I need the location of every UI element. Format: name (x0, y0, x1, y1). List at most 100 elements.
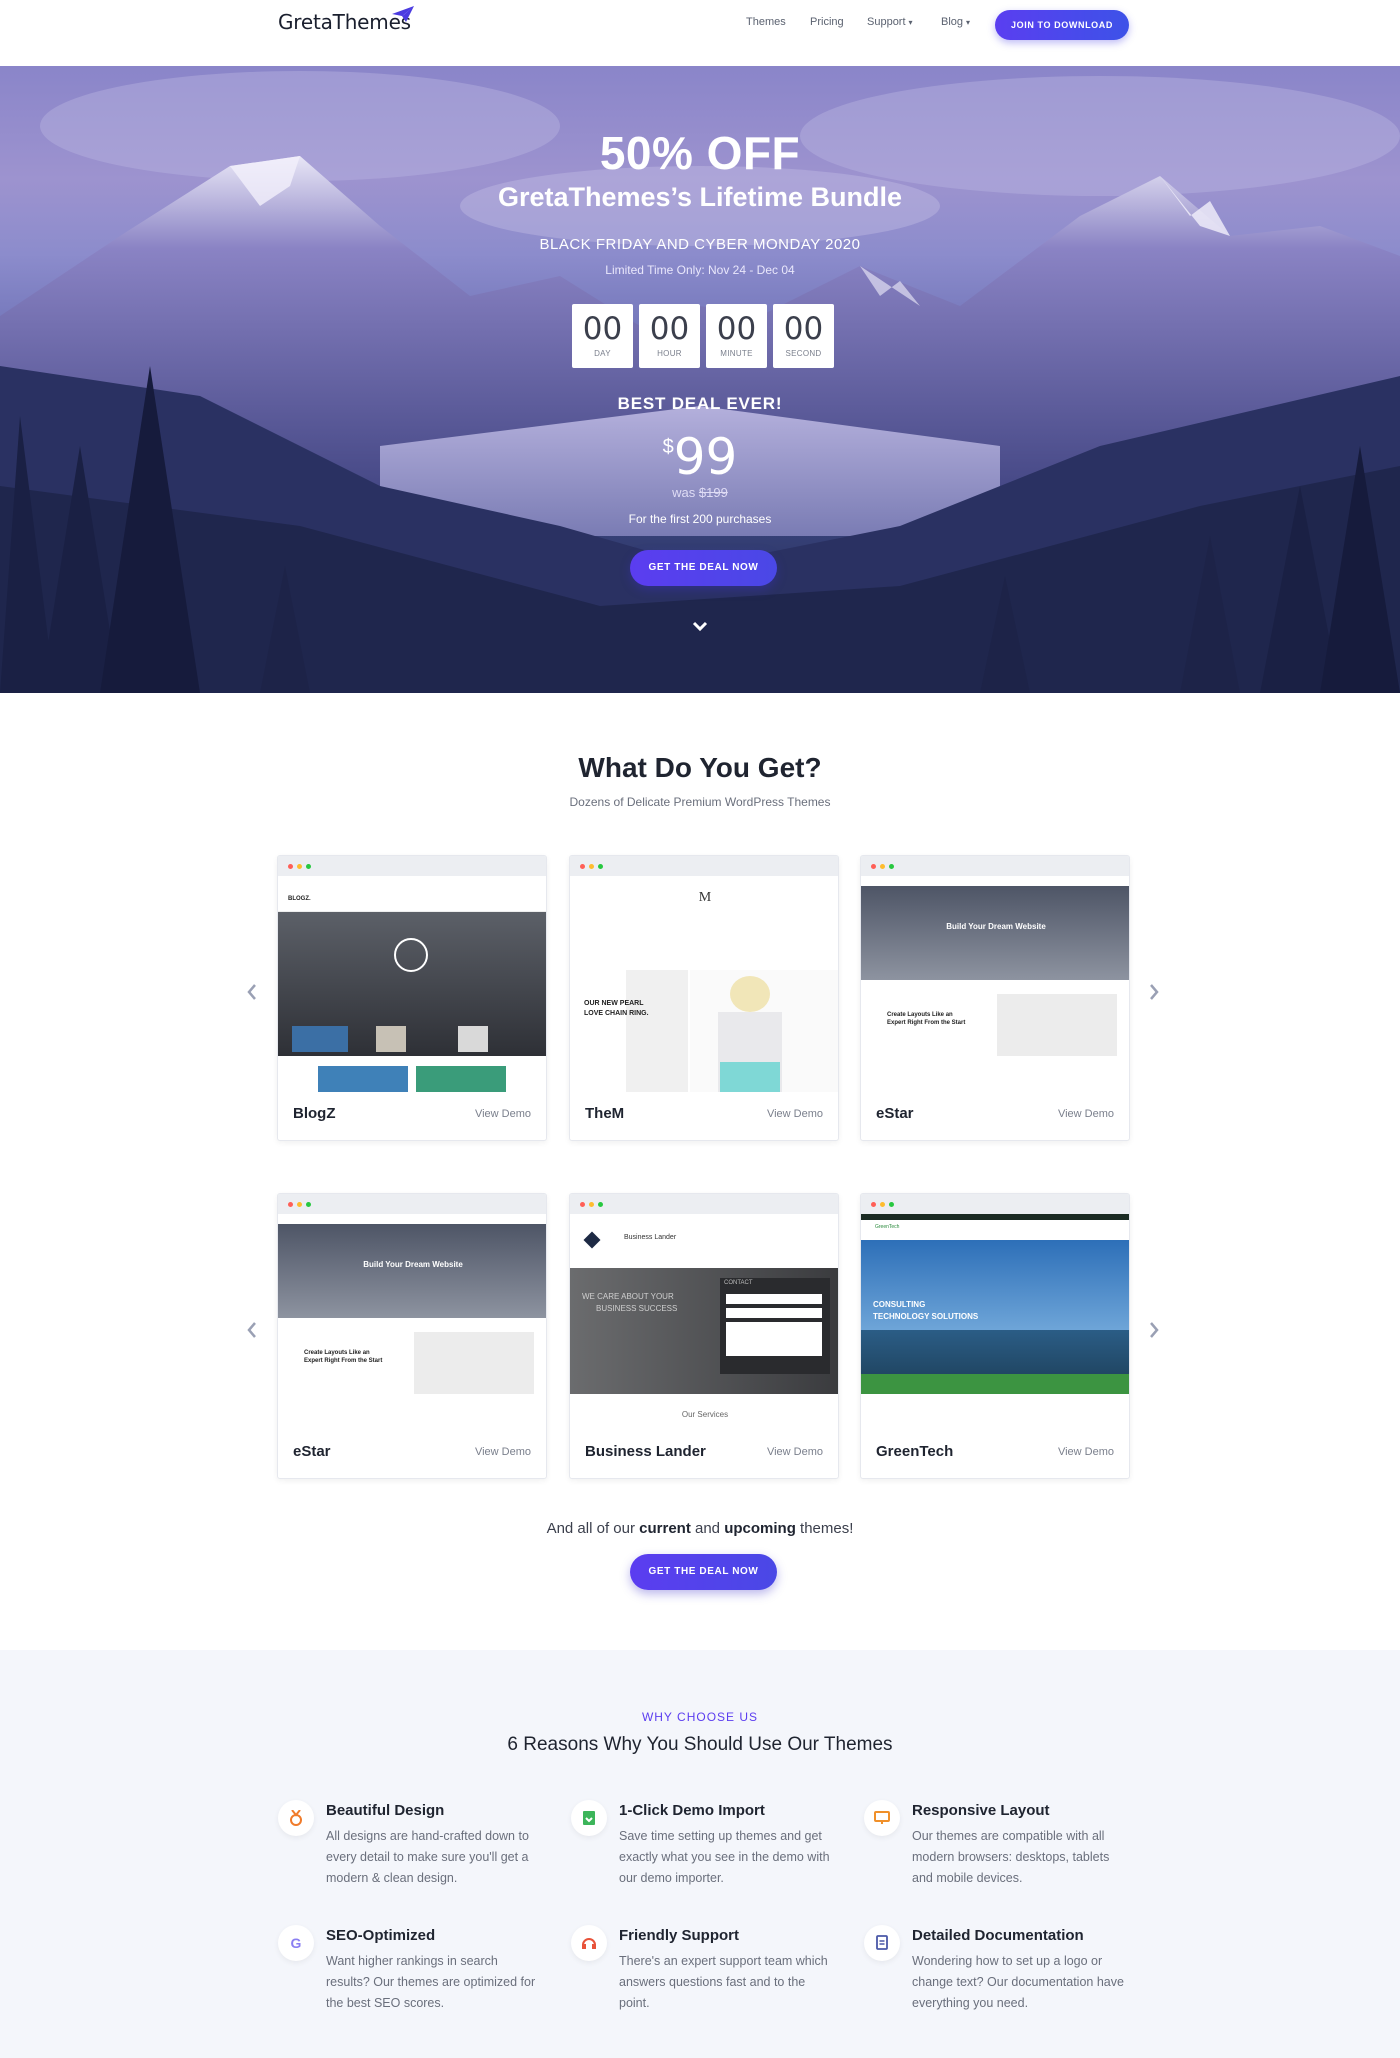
feature-title: SEO-Optimized (326, 1927, 436, 1944)
first-purchases-text: For the first 200 purchases (628, 512, 772, 526)
nav-support[interactable]: Support ▾ (867, 16, 913, 28)
carousel-next-icon[interactable] (1148, 1321, 1160, 1339)
estar-sub-1: Create Layouts Like an (887, 1012, 953, 1018)
bl-contact: CONTACT (724, 1280, 753, 1286)
google-icon: G (278, 1925, 314, 1961)
countdown-label: HOUR (657, 349, 682, 358)
theme-name: TheM (585, 1105, 625, 1122)
view-demo-link[interactable]: View Demo (475, 1108, 531, 1120)
theme-name: Business Lander (585, 1443, 706, 1460)
document-icon (864, 1925, 900, 1961)
themes-section-subtitle: Dozens of Delicate Premium WordPress The… (569, 795, 831, 809)
view-demo-link[interactable]: View Demo (767, 1108, 823, 1120)
was-price-value: $199 (698, 485, 728, 500)
site-logo[interactable]: GretaThemes (278, 10, 411, 34)
browser-bar (861, 1194, 1129, 1214)
theme-name: BlogZ (293, 1105, 336, 1122)
them-logo: M (698, 890, 712, 905)
browser-bar (570, 856, 838, 876)
chevron-down-icon: ▾ (908, 18, 913, 27)
import-icon (571, 1800, 607, 1836)
bl-hero-1: WE CARE ABOUT YOUR (582, 1292, 674, 1301)
theme-screenshot-greentech: GreenTech CONSULTING TECHNOLOGY SOLUTION… (861, 1214, 1129, 1430)
bl-services: Our Services (681, 1410, 729, 1419)
bl-hero-2: BUSINESS SUCCESS (596, 1304, 678, 1313)
countdown-value: 00 (582, 311, 623, 347)
estar-sub-2: Expert Right From the Start (304, 1358, 383, 1364)
feature-desc: Save time setting up themes and get exac… (619, 1829, 830, 1885)
and-all-themes-text: And all of our current and upcoming them… (0, 1520, 1400, 1537)
theme-screenshot-them: M OUR NEW PEARL LOVE CHAIN RING. (570, 876, 838, 1092)
view-demo-link[interactable]: View Demo (1058, 1108, 1114, 1120)
price-currency: $ (662, 436, 674, 458)
feature-title: Responsive Layout (912, 1802, 1050, 1819)
join-to-download-button[interactable]: JOIN TO DOWNLOAD (995, 10, 1129, 40)
feature-desc: Want higher rankings in search results? … (326, 1954, 536, 2010)
nav-themes[interactable]: Themes (746, 16, 786, 28)
carousel-next-icon[interactable] (1148, 983, 1160, 1001)
theme-screenshot-blogz: BLOGZ. (278, 876, 546, 1092)
countdown-hour: 00 HOUR (639, 304, 700, 368)
feature-desc: Our themes are compatible with all moder… (912, 1829, 1110, 1885)
and-all-mid: and (690, 1520, 725, 1537)
theme-card-them[interactable]: M OUR NEW PEARL LOVE CHAIN RING. TheM Vi… (569, 855, 839, 1141)
countdown-label: MINUTE (720, 349, 753, 358)
blogz-brand: BLOGZ. (288, 896, 311, 902)
browser-bar (570, 1194, 838, 1214)
feature-title: Friendly Support (619, 1927, 739, 1944)
nav-pricing[interactable]: Pricing (810, 16, 844, 28)
view-demo-link[interactable]: View Demo (767, 1446, 823, 1458)
feature-desc: All designs are hand-crafted down to eve… (326, 1829, 529, 1885)
estar-hero-text: Build Your Dream Website (946, 922, 1046, 931)
price: $99 (0, 428, 1400, 486)
price-amount: 99 (673, 428, 738, 486)
theme-name: eStar (293, 1443, 331, 1460)
theme-card-estar[interactable]: Build Your Dream Website Create Layouts … (277, 1193, 547, 1479)
get-deal-button[interactable]: GET THE DEAL NOW (630, 1554, 777, 1590)
was-label: was (672, 485, 696, 500)
view-demo-link[interactable]: View Demo (1058, 1446, 1114, 1458)
nav-blog-label: Blog (941, 16, 964, 28)
feature-detailed-documentation: Detailed Documentation Wondering how to … (864, 1925, 1124, 2015)
feature-title: Beautiful Design (326, 1802, 445, 1819)
discount-headline: 50% OFF (599, 127, 801, 179)
theme-card-business-lander[interactable]: Business Lander WE CARE ABOUT YOUR BUSIN… (569, 1193, 839, 1479)
countdown-value: 00 (649, 311, 690, 347)
carousel-prev-icon[interactable] (246, 983, 258, 1001)
view-demo-link[interactable]: View Demo (475, 1446, 531, 1458)
countdown-timer: 00 DAY 00 HOUR 00 MINUTE 00 SECOND (572, 304, 836, 368)
browser-bar (278, 856, 546, 876)
and-all-post: themes! (795, 1520, 854, 1537)
feature-desc: There's an expert support team which ans… (619, 1954, 828, 2010)
nav-blog[interactable]: Blog ▾ (941, 16, 970, 28)
feature-seo-optimized: G SEO-Optimized Want higher rankings in … (278, 1925, 538, 2015)
theme-screenshot-estar: Build Your Dream Website Create Layouts … (278, 1214, 546, 1430)
theme-card-estar[interactable]: Build Your Dream Website Create Layouts … (860, 855, 1130, 1141)
site-header: GretaThemes Themes Pricing Support ▾ Blog… (0, 0, 1400, 66)
themes-section-title: What Do You Get? (578, 752, 822, 783)
feature-friendly-support: Friendly Support There's an expert suppo… (571, 1925, 831, 2015)
chevron-down-icon[interactable] (691, 620, 709, 634)
bl-brand: Business Lander (624, 1234, 677, 1241)
theme-screenshot-estar: Build Your Dream Website Create Layouts … (861, 876, 1129, 1092)
countdown-day: 00 DAY (572, 304, 633, 368)
medal-icon (278, 1800, 314, 1836)
reasons-section: WHY CHOOSE US 6 Reasons Why You Should U… (0, 1650, 1400, 2058)
them-headline-2: LOVE CHAIN RING. (584, 1010, 649, 1017)
theme-card-greentech[interactable]: GreenTech CONSULTING TECHNOLOGY SOLUTION… (860, 1193, 1130, 1479)
feature-title: 1-Click Demo Import (619, 1802, 765, 1819)
theme-card-blogz[interactable]: BLOGZ. BlogZ View Demo (277, 855, 547, 1141)
hero-get-deal-button[interactable]: GET THE DEAL NOW (630, 550, 777, 586)
theme-name: GreenTech (876, 1443, 954, 1460)
countdown-second: 00 SECOND (773, 304, 834, 368)
and-all-current: current (639, 1520, 691, 1537)
them-headline-1: OUR NEW PEARL (584, 1000, 644, 1007)
chevron-down-icon: ▾ (966, 18, 971, 27)
was-price: was $199 (0, 485, 1400, 500)
bundle-headline: GretaThemes’s Lifetime Bundle (497, 182, 903, 212)
carousel-prev-icon[interactable] (246, 1321, 258, 1339)
countdown-minute: 00 MINUTE (706, 304, 767, 368)
best-deal-text: BEST DEAL EVER! (617, 394, 783, 413)
feature-demo-import: 1-Click Demo Import Save time setting up… (571, 1800, 831, 1890)
estar-sub-2: Expert Right From the Start (887, 1020, 966, 1026)
